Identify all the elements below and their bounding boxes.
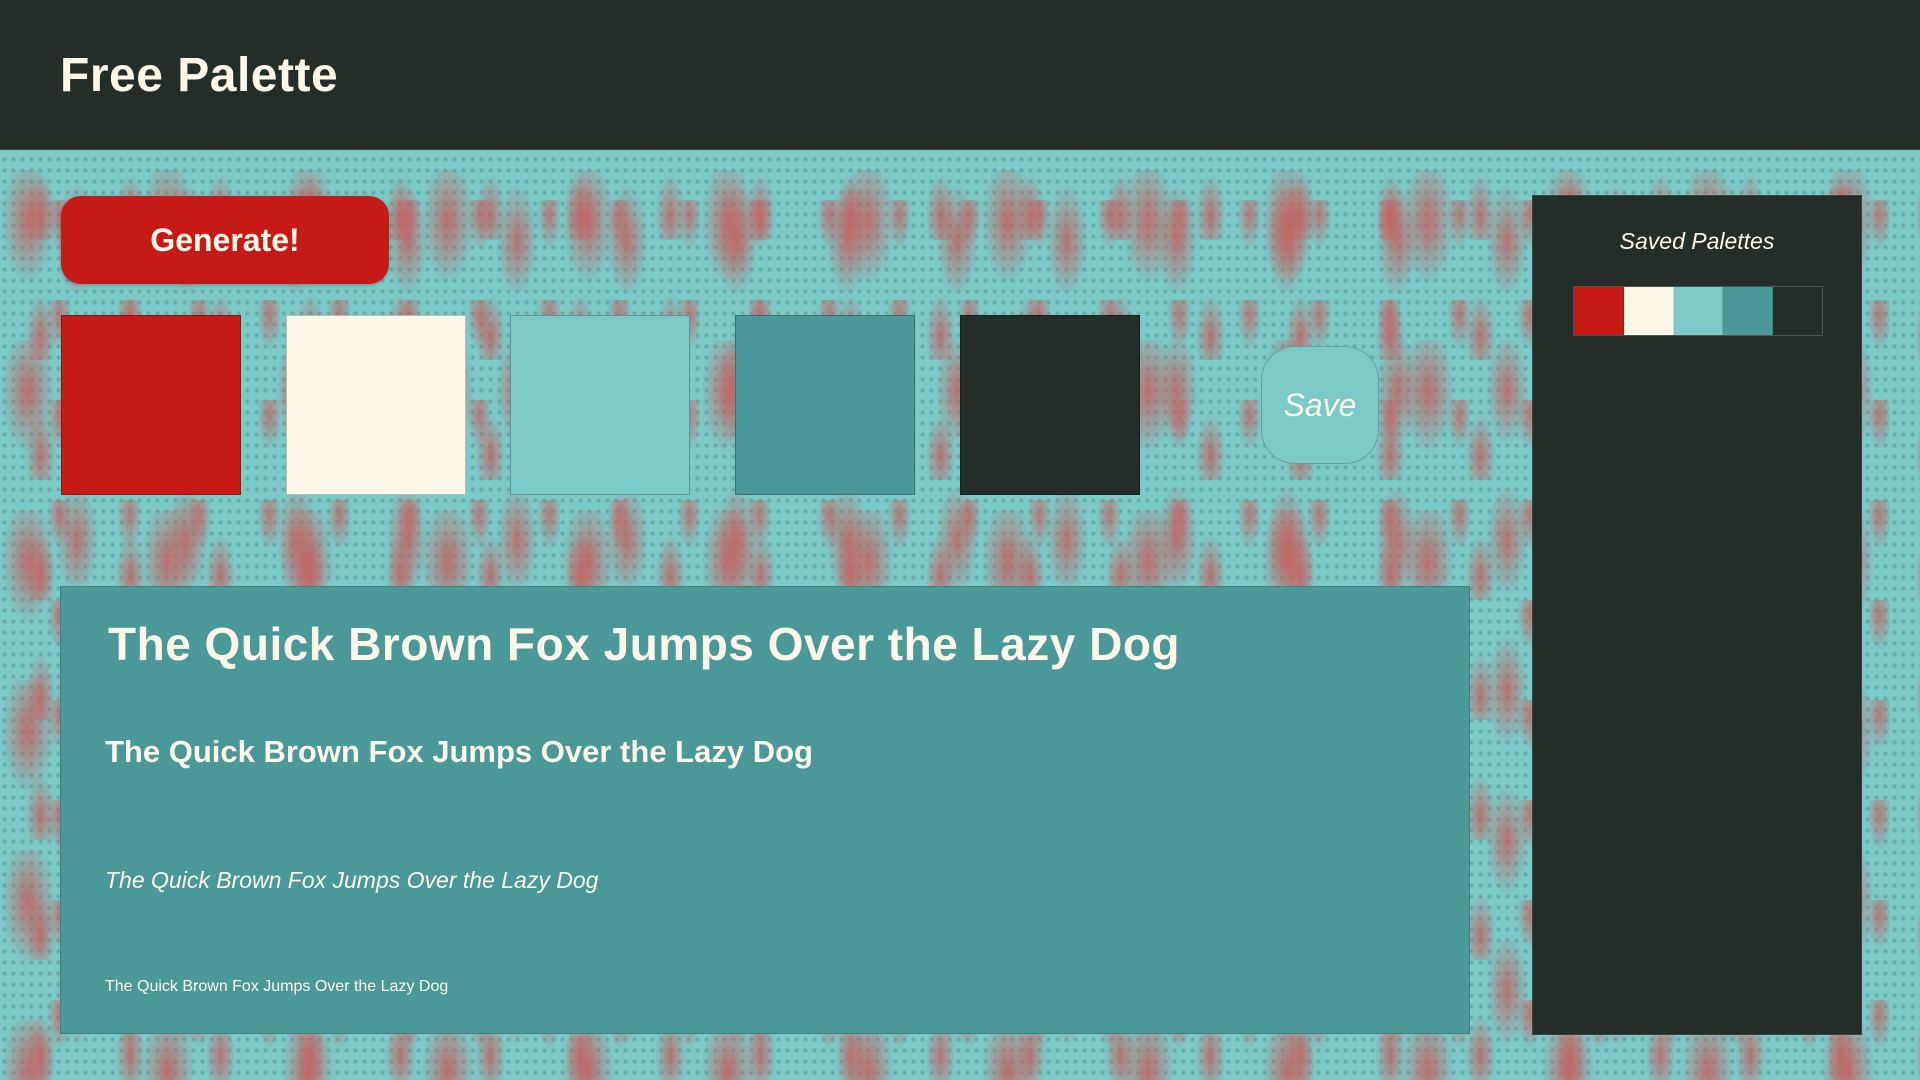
saved-swatch-2 — [1623, 287, 1674, 335]
color-swatch-2[interactable] — [286, 315, 466, 495]
saved-palettes-panel: Saved Palettes — [1532, 195, 1862, 1035]
color-swatch-1[interactable] — [61, 315, 241, 495]
generate-button[interactable]: Generate! — [61, 196, 389, 284]
saved-swatch-1 — [1574, 287, 1624, 335]
sample-text-small: The Quick Brown Fox Jumps Over the Lazy … — [105, 978, 449, 995]
saved-swatch-4 — [1723, 287, 1774, 335]
color-swatch-4[interactable] — [735, 315, 915, 495]
saved-swatch-3 — [1673, 287, 1724, 335]
sample-text-large: The Quick Brown Fox Jumps Over the Lazy … — [105, 734, 813, 769]
save-button[interactable]: Save — [1261, 346, 1379, 464]
color-swatch-3[interactable] — [510, 315, 690, 495]
typography-preview-panel: The Quick Brown Fox Jumps Over the Lazy … — [60, 586, 1470, 1034]
color-swatch-5[interactable] — [960, 315, 1140, 495]
sample-text-extra-large: The Quick Brown Fox Jumps Over the Lazy … — [108, 618, 1181, 670]
saved-palettes-title: Saved Palettes — [1619, 228, 1775, 254]
saved-palette-item[interactable] — [1573, 286, 1823, 336]
app-header: Free Palette — [0, 0, 1920, 150]
saved-swatch-5 — [1773, 287, 1822, 335]
sample-text-italic: The Quick Brown Fox Jumps Over the Lazy … — [105, 867, 599, 893]
app-title: Free Palette — [60, 49, 339, 102]
